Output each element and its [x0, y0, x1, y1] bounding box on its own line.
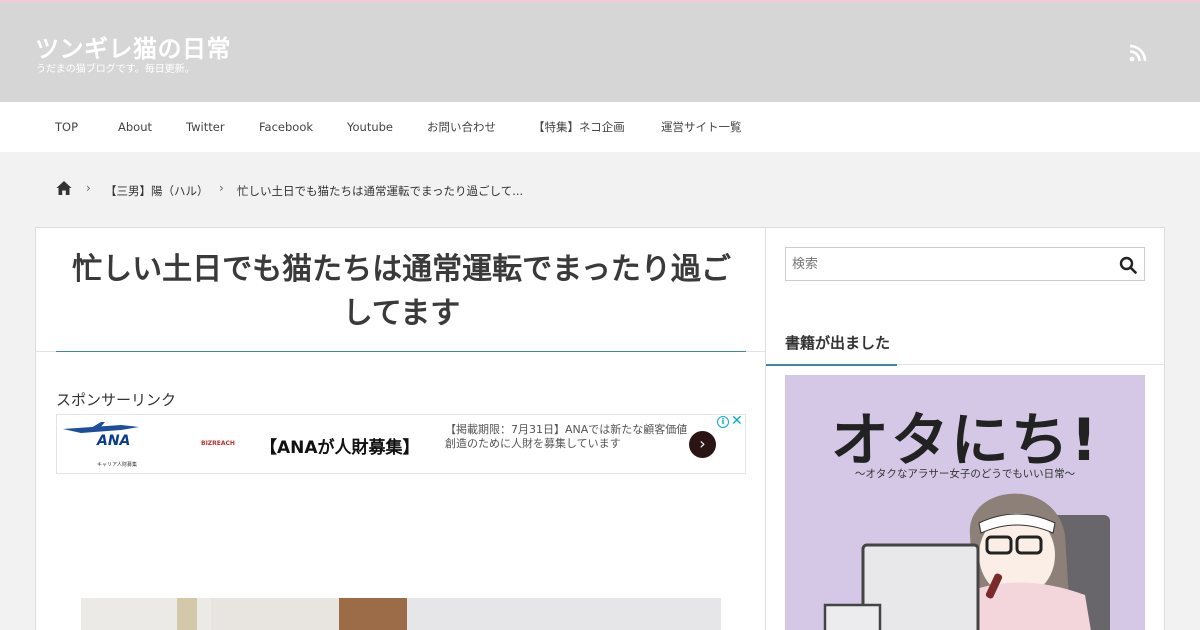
- main-content: 忙しい土日でも猫たちは通常運転でまったり過ご してます スポンサーリンク ANA…: [35, 227, 766, 630]
- ad-tagline: キャリア人財募集: [97, 462, 138, 468]
- site-header: ツンギレ猫の日常 うだまの猫ブログです。毎日更新。: [0, 0, 1200, 102]
- nav-item-top[interactable]: TOP: [55, 102, 78, 152]
- nav-item-contact[interactable]: お問い合わせ: [427, 102, 496, 152]
- close-icon[interactable]: ✕: [731, 413, 743, 429]
- search-icon[interactable]: [1119, 256, 1137, 274]
- search-input[interactable]: [792, 248, 1112, 280]
- widget-title-underline: [766, 364, 897, 366]
- chevron-right-icon: ›: [86, 181, 91, 195]
- nav-item-about[interactable]: About: [118, 102, 152, 152]
- page-title-line1: 忙しい土日でも猫たちは通常運転でまったり過ご: [72, 252, 731, 287]
- page-title: 忙しい土日でも猫たちは通常運転でまったり過ご してます: [56, 248, 747, 336]
- image-region: [177, 598, 197, 630]
- image-region: [407, 598, 721, 630]
- chevron-right-icon[interactable]: ›: [689, 431, 716, 458]
- ad-body[interactable]: 【掲載期限：7月31日】ANAでは新たな顧客価値創造のために人財を募集しています: [445, 423, 690, 451]
- nav-item-feature[interactable]: 【特集】ネコ企画: [533, 102, 625, 152]
- widget-title: 書籍が出ました: [785, 334, 891, 352]
- sidebar: 書籍が出ました オタにち! ～オタクなアラサー女子のどうでもいい日常～: [765, 227, 1165, 630]
- search-box: [785, 247, 1145, 281]
- book-illustration: [823, 493, 1110, 630]
- page-title-line2: してます: [342, 296, 461, 331]
- sponsor-label: スポンサーリンク: [56, 391, 177, 409]
- info-icon[interactable]: i: [717, 416, 729, 428]
- site-title[interactable]: ツンギレ猫の日常: [35, 29, 231, 64]
- home-icon[interactable]: [56, 180, 72, 196]
- image-region: [339, 598, 407, 630]
- site-description: うだまの猫ブログです。毎日更新。: [36, 64, 195, 75]
- breadcrumb-category[interactable]: 【三男】陽（ハル）: [105, 183, 209, 199]
- breadcrumb-current: 忙しい土日でも猫たちは通常運転でまったり過ごして...: [237, 184, 524, 198]
- ad-banner[interactable]: ANA キャリア人財募集 BIZREACH 【ANAが人財募集】 【掲載期限：7…: [56, 413, 746, 474]
- title-underline: [56, 351, 746, 352]
- nav-item-sites[interactable]: 運営サイト一覧: [661, 102, 742, 152]
- nav-item-facebook[interactable]: Facebook: [259, 102, 313, 152]
- rss-icon[interactable]: [1129, 44, 1147, 62]
- post-image: [81, 598, 721, 630]
- ad-partner: BIZREACH: [201, 440, 235, 447]
- book-cover[interactable]: オタにち! ～オタクなアラサー女子のどうでもいい日常～: [785, 375, 1145, 630]
- book-title: オタにち!: [830, 406, 1100, 474]
- breadcrumb: › 【三男】陽（ハル） › 忙しい土日でも猫たちは通常運転でまったり過ごして..…: [0, 152, 1200, 228]
- global-nav: TOP About Twitter Facebook Youtube お問い合わ…: [0, 102, 1200, 152]
- nav-item-youtube[interactable]: Youtube: [347, 102, 393, 152]
- ad-logo: ANA: [97, 433, 131, 449]
- chevron-right-icon: ›: [219, 181, 224, 195]
- nav-item-twitter[interactable]: Twitter: [186, 102, 225, 152]
- ad-headline[interactable]: 【ANAが人財募集】: [260, 433, 420, 458]
